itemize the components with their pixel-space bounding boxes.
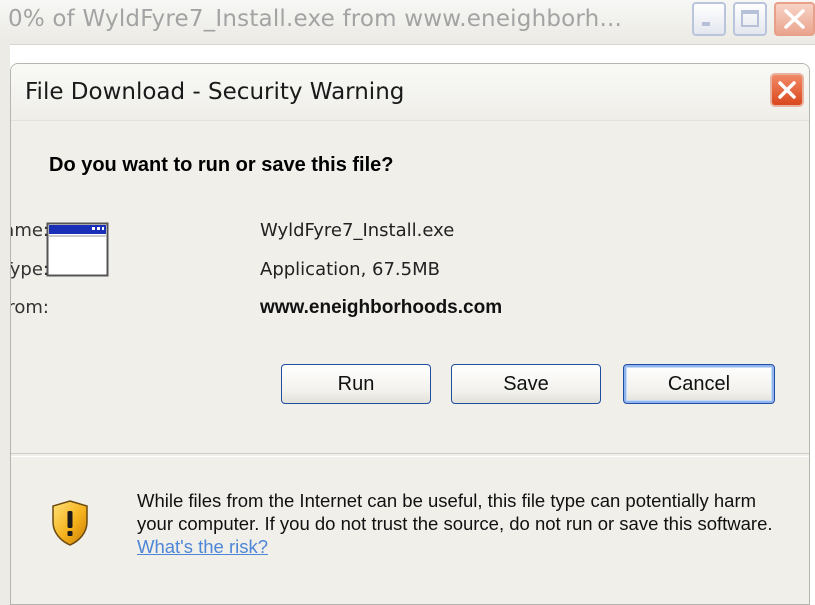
file-type-row: Type: Application, 67.5MB [11, 259, 611, 285]
file-from-row: From: www.eneighborhoods.com [11, 297, 611, 323]
file-type-label: Type: [10, 259, 49, 280]
dialog-question: Do you want to run or save this file? [49, 154, 394, 176]
background-close-button[interactable] [774, 2, 815, 36]
close-icon [784, 9, 805, 29]
shield-warning-icon [52, 500, 88, 546]
dialog-close-button[interactable] [770, 73, 804, 107]
dialog-title: File Download - Security Warning [25, 79, 405, 105]
file-type-value: Application, 67.5MB [260, 259, 440, 280]
file-from-label: From: [11, 297, 49, 318]
background-minimize-button[interactable] [692, 2, 726, 36]
background-window-title: 0% of WyldFyre7_Install.exe from www.ene… [8, 6, 622, 32]
background-window-edge [0, 44, 10, 605]
dialog-titlebar[interactable]: File Download - Security Warning [11, 64, 809, 121]
file-name-value: WyldFyre7_Install.exe [260, 220, 455, 241]
background-window-titlebar: 0% of WyldFyre7_Install.exe from www.ene… [0, 0, 815, 45]
dialog-separator [11, 453, 809, 457]
warning-message: While files from the Internet can be use… [137, 490, 773, 534]
whats-the-risk-link[interactable]: What's the risk? [137, 536, 268, 557]
save-button[interactable]: Save [451, 364, 601, 404]
security-warning-dialog: File Download - Security Warning Do you … [10, 63, 810, 605]
background-maximize-button[interactable] [733, 2, 767, 36]
close-icon [778, 81, 796, 99]
minimize-icon [702, 22, 710, 26]
cancel-button[interactable]: Cancel [623, 364, 775, 404]
maximize-icon [741, 10, 759, 27]
file-from-value: www.eneighborhoods.com [260, 297, 503, 318]
run-button[interactable]: Run [281, 364, 431, 404]
file-name-row: Name: WyldFyre7_Install.exe [11, 220, 611, 246]
security-warning-text: While files from the Internet can be use… [137, 489, 787, 558]
file-name-label: Name: [11, 220, 49, 241]
